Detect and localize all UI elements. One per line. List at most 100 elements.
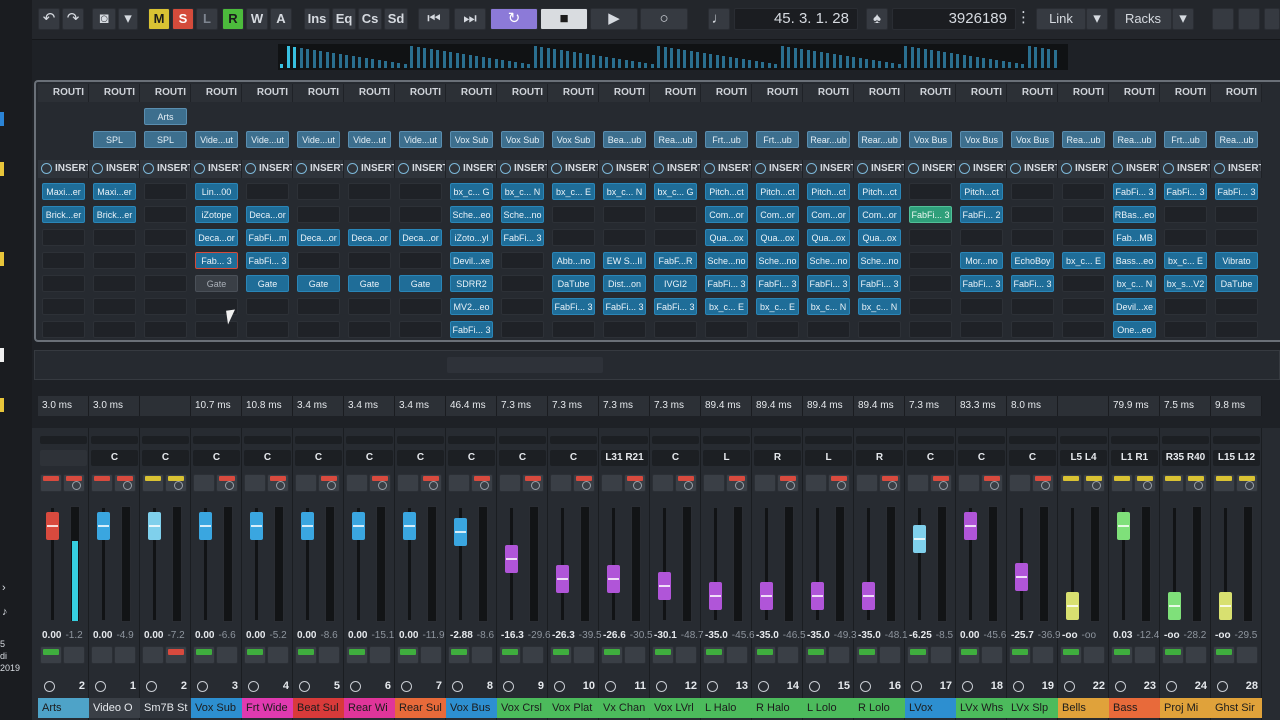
insert-slot[interactable]: Com...or (858, 206, 901, 223)
insert-header[interactable]: INSERT (854, 160, 905, 178)
mute-button[interactable] (193, 646, 215, 664)
record-enable-button[interactable] (550, 474, 572, 492)
insert-slot[interactable]: Com...or (756, 206, 799, 223)
record-enable-button[interactable] (958, 474, 980, 492)
routing-header[interactable]: ROUTI (293, 84, 344, 102)
strip-top-slot[interactable] (856, 436, 903, 444)
metronome-icon[interactable]: ♩ (708, 8, 730, 30)
solo-button[interactable] (369, 646, 391, 664)
routing-header[interactable]: ROUTI (905, 84, 956, 102)
volume-readout[interactable]: -30.1 -48.7 (654, 630, 704, 641)
volume-fader[interactable] (760, 582, 773, 610)
output-routing-slot[interactable]: Frt...ub (705, 131, 748, 148)
insert-slot-empty[interactable] (1011, 298, 1054, 315)
monitor-button[interactable] (1083, 474, 1105, 492)
insert-slot[interactable]: Gate (246, 275, 289, 292)
insert-slot-empty[interactable] (1164, 298, 1207, 315)
edit-channel-icon[interactable] (378, 481, 387, 490)
insert-slot[interactable]: Sche...eo (450, 206, 493, 223)
solo-button[interactable] (1134, 646, 1156, 664)
cycle-button[interactable]: ↻ (490, 8, 538, 30)
window-layout-left-icon[interactable] (1212, 8, 1234, 30)
record-enable-button[interactable] (1060, 474, 1082, 492)
pan-control[interactable] (40, 450, 87, 466)
insert-slot[interactable]: Vibrato (1215, 252, 1258, 269)
insert-slot[interactable]: Com...or (705, 206, 748, 223)
routing-header[interactable]: ROUTI (956, 84, 1007, 102)
write-automation-button[interactable]: W (246, 8, 268, 30)
insert-slot-empty[interactable] (1215, 229, 1258, 246)
mute-button[interactable] (244, 646, 266, 664)
pan-control[interactable]: L (805, 450, 852, 466)
insert-slot[interactable]: FabFi... 3 (1113, 183, 1156, 200)
insert-slot[interactable]: DaTube (552, 275, 595, 292)
channel-name[interactable]: Vox Plat (548, 698, 599, 718)
channel-name[interactable]: R Lolo (854, 698, 905, 718)
insert-header[interactable]: INSERT (701, 160, 752, 178)
insert-slot-empty[interactable] (501, 298, 544, 315)
power-icon[interactable] (653, 163, 664, 174)
volume-readout[interactable]: 0.00 -1.2 (42, 630, 83, 641)
strip-top-slot[interactable] (1213, 436, 1260, 444)
link-ring-icon[interactable] (299, 681, 310, 692)
insert-slot[interactable]: bx_c... N (501, 183, 544, 200)
insert-slot[interactable]: Deca...or (348, 229, 391, 246)
channel-name[interactable]: Vox Sub (191, 698, 242, 718)
insert-slot[interactable]: bx_c... G (450, 183, 493, 200)
edit-channel-icon[interactable] (582, 481, 591, 490)
insert-slot-empty[interactable] (1062, 298, 1105, 315)
insert-slot[interactable]: Com...or (807, 206, 850, 223)
insert-slot-empty[interactable] (348, 252, 391, 269)
insert-slot-empty[interactable] (1062, 275, 1105, 292)
mute-button[interactable] (703, 646, 725, 664)
insert-slot-empty[interactable] (93, 229, 136, 246)
routing-header[interactable]: ROUTI (548, 84, 599, 102)
strip-top-slot[interactable] (499, 436, 546, 444)
monitor-button[interactable] (522, 474, 544, 492)
output-routing-slot[interactable]: Rea...ub (1113, 131, 1156, 148)
record-button[interactable]: ○ (640, 8, 688, 30)
sd-view-button[interactable]: Sd (384, 8, 408, 30)
insert-slot[interactable]: Qua...ox (756, 229, 799, 246)
insert-slot-empty[interactable] (960, 229, 1003, 246)
insert-slot[interactable]: Sche...no (858, 252, 901, 269)
insert-slot-empty[interactable] (348, 298, 391, 315)
pan-control[interactable]: R (856, 450, 903, 466)
edit-channel-icon[interactable] (480, 481, 489, 490)
undo-button[interactable]: ↶ (38, 8, 60, 30)
monitor-button[interactable] (420, 474, 442, 492)
output-routing-slot[interactable]: Vide...ut (297, 131, 340, 148)
insert-header[interactable]: INSERT (89, 160, 140, 178)
strip-top-slot[interactable] (142, 436, 189, 444)
taskbar-chip[interactable] (0, 162, 4, 176)
insert-slot[interactable]: Pitch...ct (807, 183, 850, 200)
solo-button[interactable] (675, 646, 697, 664)
insert-slot-empty[interactable] (807, 321, 850, 338)
link-ring-icon[interactable] (809, 681, 820, 692)
monitor-button[interactable] (777, 474, 799, 492)
solo-button[interactable] (726, 646, 748, 664)
monitor-button[interactable] (1134, 474, 1156, 492)
link-ring-icon[interactable] (350, 681, 361, 692)
monitor-button[interactable] (726, 474, 748, 492)
record-enable-button[interactable] (1111, 474, 1133, 492)
record-enable-button[interactable] (193, 474, 215, 492)
insert-slot-empty[interactable] (399, 183, 442, 200)
volume-fader[interactable] (862, 582, 875, 610)
insert-slot[interactable]: FabFi... 3 (552, 298, 595, 315)
pan-control[interactable]: C (91, 450, 138, 466)
power-icon[interactable] (1061, 163, 1072, 174)
insert-slot-empty[interactable] (144, 298, 187, 315)
insert-slot[interactable]: Gate (348, 275, 391, 292)
insert-slot-empty[interactable] (1062, 229, 1105, 246)
insert-slot-empty[interactable] (858, 321, 901, 338)
output-routing-slot[interactable]: Vox Sub (552, 131, 595, 148)
camera-icon[interactable]: ◙ (92, 8, 116, 30)
insert-slot[interactable]: Qua...ox (705, 229, 748, 246)
mute-button[interactable] (448, 646, 470, 664)
channel-name[interactable]: Bells (1058, 698, 1109, 718)
rack-scrollbar[interactable] (34, 350, 1280, 380)
power-icon[interactable] (41, 163, 52, 174)
mute-button[interactable] (499, 646, 521, 664)
output-routing-slot[interactable]: Vox Bus (1011, 131, 1054, 148)
